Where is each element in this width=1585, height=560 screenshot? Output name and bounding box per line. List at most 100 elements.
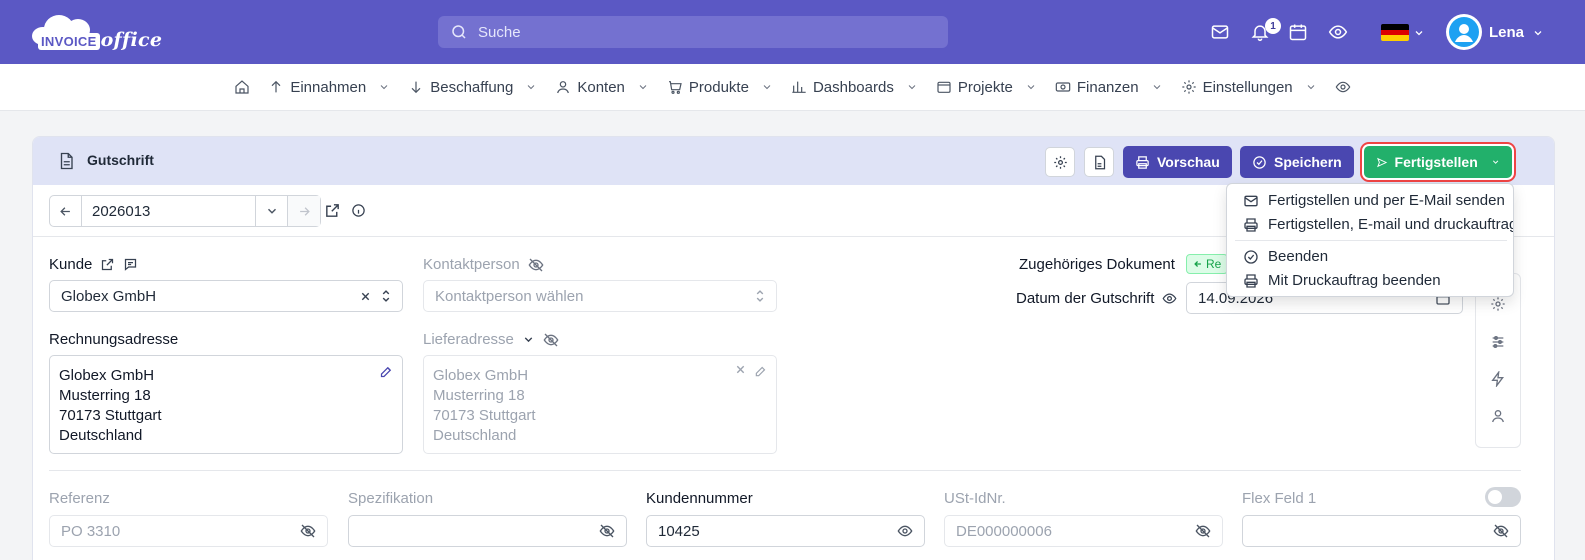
previous-document-button[interactable]: [50, 196, 82, 226]
specification-field[interactable]: [348, 515, 627, 547]
vat-label: USt-IdNr.: [944, 490, 1006, 507]
menu-dashboards[interactable]: Dashboards: [782, 79, 927, 96]
comment-icon[interactable]: [123, 257, 138, 272]
eye-icon[interactable]: [1162, 291, 1177, 306]
lightning-icon[interactable]: [1490, 371, 1508, 389]
contact-label: Kontaktperson: [423, 256, 520, 273]
flex-field-toggle[interactable]: [1485, 487, 1521, 507]
user-menu-chevron-icon[interactable]: [1532, 27, 1544, 39]
menu-projekte[interactable]: Projekte: [927, 79, 1046, 96]
mail-icon[interactable]: [1210, 22, 1230, 42]
billing-address-label: Rechnungsadresse: [49, 331, 178, 348]
save-button[interactable]: Speichern: [1240, 146, 1354, 178]
home-icon[interactable]: [225, 79, 259, 95]
language-flag-icon[interactable]: [1381, 24, 1409, 41]
chevron-down-icon[interactable]: [522, 333, 535, 346]
reference-field[interactable]: PO 3310: [49, 515, 328, 547]
document-number-field[interactable]: 2026013: [82, 196, 256, 226]
printer-icon: [1136, 155, 1149, 169]
external-link-icon[interactable]: [100, 257, 115, 272]
credit-date-label: Datum der Gutschrift: [1016, 290, 1155, 307]
menu-konten[interactable]: Konten: [546, 79, 658, 96]
info-icon[interactable]: [351, 203, 366, 218]
settings-button[interactable]: [1045, 147, 1075, 177]
flex-field-label: Flex Feld 1: [1242, 490, 1316, 507]
shipping-line: Deutschland: [433, 427, 517, 444]
arrow-up-icon: [271, 80, 281, 93]
menu-item-label: Fertigstellen und per E-Mail senden: [1268, 192, 1505, 209]
divider: [49, 470, 1521, 471]
search-input[interactable]: [478, 23, 918, 41]
document-number-dropdown[interactable]: [256, 196, 288, 226]
gear-icon[interactable]: [1490, 296, 1508, 314]
next-document-button[interactable]: [288, 196, 320, 226]
shipping-address-box[interactable]: Globex GmbH Musterring 18 70173 Stuttgar…: [423, 355, 777, 454]
menu-item-finish-email[interactable]: Fertigstellen und per E-Mail senden: [1243, 192, 1505, 209]
avatar[interactable]: [1446, 14, 1482, 50]
customer-number-field[interactable]: 10425: [646, 515, 925, 547]
chevron-down-icon: [639, 85, 647, 90]
finish-dropdown-menu: Fertigstellen und per E-Mail senden Fert…: [1226, 183, 1514, 297]
cart-icon: [668, 81, 682, 94]
finish-button[interactable]: Fertigstellen: [1364, 146, 1512, 178]
menu-item-finish-email-print[interactable]: Fertigstellen, E-mail und druckauftrag: [1243, 216, 1513, 233]
related-document-badge[interactable]: Re: [1186, 254, 1229, 274]
shipping-line: Globex GmbH: [433, 367, 529, 384]
user-icon[interactable]: [1490, 408, 1508, 426]
clear-icon[interactable]: [735, 364, 746, 375]
edit-icon[interactable]: [379, 364, 394, 379]
customer-label-row: Kunde: [49, 256, 138, 273]
eye-off-icon[interactable]: [543, 332, 559, 348]
gear-icon: [1053, 155, 1067, 169]
menu-produkte[interactable]: Produkte: [658, 79, 782, 96]
menu-einstellungen[interactable]: Einstellungen: [1172, 79, 1326, 96]
flex-field-label-text: Flex Feld 1: [1242, 490, 1317, 507]
preview-button[interactable]: Vorschau: [1123, 146, 1232, 178]
menu-item-label: Beenden: [1268, 248, 1329, 265]
edit-icon[interactable]: [754, 364, 768, 378]
billing-address-box[interactable]: Globex GmbH Musterring 18 70173 Stuttgar…: [49, 355, 403, 454]
app-logo[interactable]: INVOICE office: [30, 12, 180, 52]
menu-beschaffung[interactable]: Beschaffung: [399, 79, 546, 96]
chevron-down-icon: [267, 208, 276, 214]
external-link-icon[interactable]: [324, 202, 341, 219]
credit-date-label-row: Datum der Gutschrift: [1016, 290, 1177, 307]
calendar-icon[interactable]: [1288, 22, 1308, 42]
menu-einnahmen[interactable]: Einnahmen: [259, 79, 399, 96]
menu-item-finish[interactable]: Beenden: [1243, 248, 1328, 265]
vat-placeholder: DE000000006: [956, 522, 1052, 540]
customer-select[interactable]: Globex GmbH: [49, 280, 403, 312]
eye-icon[interactable]: [1328, 22, 1348, 42]
shipping-address-label-row: Lieferadresse: [423, 331, 559, 348]
chevron-down-icon: [527, 85, 535, 90]
contact-select[interactable]: Kontaktperson wählen: [423, 280, 777, 312]
eye-off-icon: [1195, 524, 1211, 538]
user-name[interactable]: Lena: [1489, 24, 1524, 41]
vat-field[interactable]: DE000000006: [944, 515, 1223, 547]
menu-label: Produkte: [688, 78, 749, 96]
flex-field-input[interactable]: [1242, 515, 1521, 547]
reference-label: Referenz: [49, 490, 110, 507]
search-bar[interactable]: [438, 16, 948, 48]
sliders-icon[interactable]: [1490, 334, 1508, 352]
menu-label: Einnahmen: [290, 78, 367, 96]
billing-line: Globex GmbH: [59, 367, 155, 384]
eye-icon[interactable]: [1326, 79, 1360, 95]
pdf-button[interactable]: [1084, 147, 1114, 177]
chevron-down-icon: [1492, 160, 1499, 164]
menu-label: Einstellungen: [1202, 78, 1293, 96]
clear-icon[interactable]: [360, 291, 371, 302]
vat-label-text: USt-IdNr.: [944, 490, 1006, 507]
bar-chart-icon: [792, 81, 806, 93]
eye-off-icon[interactable]: [528, 257, 544, 273]
menu-finanzen[interactable]: Finanzen: [1046, 79, 1172, 96]
menu-label: Dashboards: [812, 78, 894, 96]
related-document-badge-text: Re: [1206, 257, 1222, 271]
logo-word-invoice: INVOICE: [38, 33, 100, 50]
chevron-down-icon[interactable]: [1413, 27, 1425, 39]
updown-icon[interactable]: [381, 289, 391, 303]
search-icon: [450, 23, 468, 41]
gear-icon: [1181, 80, 1196, 94]
menu-item-finish-print[interactable]: Mit Druckauftrag beenden: [1243, 272, 1441, 289]
send-icon: [1377, 157, 1388, 167]
